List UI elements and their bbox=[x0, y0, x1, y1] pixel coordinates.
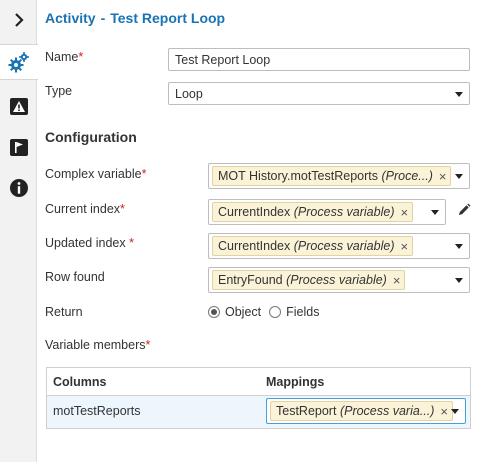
tab-warnings[interactable] bbox=[0, 88, 37, 124]
type-select[interactable]: Loop bbox=[168, 82, 470, 105]
title-prefix: Activity bbox=[45, 10, 96, 26]
return-fields-label[interactable]: Fields bbox=[286, 305, 319, 319]
chevron-down-icon bbox=[455, 92, 463, 97]
column-header-columns: Columns bbox=[53, 375, 107, 389]
row-found-label: Row found bbox=[45, 270, 105, 284]
updated-index-chip: CurrentIndex (Process variable) × bbox=[212, 236, 414, 256]
current-index-select[interactable]: CurrentIndex (Process variable) × bbox=[208, 199, 446, 225]
configuration-heading: Configuration bbox=[45, 129, 137, 145]
side-toolbar bbox=[0, 0, 38, 462]
name-input-value: Test Report Loop bbox=[175, 53, 271, 67]
tab-milestones[interactable] bbox=[0, 129, 37, 165]
complex-variable-select[interactable]: MOT History.motTestReports (Proce...) × bbox=[208, 163, 470, 189]
complex-variable-label: Complex variable* bbox=[45, 167, 147, 181]
chevron-down-icon bbox=[431, 210, 439, 215]
panel-title: Activity - Test Report Loop bbox=[45, 10, 225, 26]
gears-icon bbox=[8, 52, 29, 73]
variable-members-label: Variable members* bbox=[45, 338, 151, 352]
return-fields-radio[interactable] bbox=[269, 306, 282, 318]
table-header: Columns Mappings bbox=[47, 368, 470, 396]
current-index-label: Current index* bbox=[45, 202, 125, 216]
variable-members-table: Columns Mappings motTestReports TestRepo… bbox=[46, 367, 471, 429]
updated-index-label: Updated index * bbox=[45, 236, 134, 250]
type-select-value: Loop bbox=[175, 87, 203, 101]
info-icon bbox=[9, 179, 28, 197]
name-label: Name* bbox=[45, 50, 84, 64]
warning-icon bbox=[9, 98, 28, 115]
chevron-down-icon bbox=[455, 244, 463, 249]
expand-panel-button[interactable] bbox=[0, 2, 37, 38]
type-label: Type bbox=[45, 84, 73, 98]
chevron-down-icon bbox=[455, 174, 463, 179]
row-found-select[interactable]: EntryFound (Process variable) × bbox=[208, 267, 470, 293]
row-found-chip: EntryFound (Process variable) × bbox=[212, 270, 406, 290]
column-cell: motTestReports bbox=[53, 404, 141, 418]
edit-pencil-icon[interactable] bbox=[457, 203, 471, 220]
return-object-label[interactable]: Object bbox=[225, 305, 261, 319]
updated-index-select[interactable]: CurrentIndex (Process variable) × bbox=[208, 233, 470, 259]
chevron-down-icon bbox=[455, 278, 463, 283]
mapping-chip: TestReport (Process varia...) × bbox=[270, 401, 453, 421]
tab-configuration[interactable] bbox=[0, 44, 38, 80]
complex-variable-chip: MOT History.motTestReports (Proce...) × bbox=[212, 166, 452, 186]
return-radio-group: Object Fields bbox=[208, 305, 327, 319]
title-activity-name: Test Report Loop bbox=[110, 10, 226, 26]
remove-chip-icon[interactable]: × bbox=[393, 273, 401, 288]
column-header-mappings: Mappings bbox=[266, 375, 325, 389]
mapping-select[interactable]: TestReport (Process varia...) × bbox=[266, 398, 466, 424]
remove-chip-icon[interactable]: × bbox=[440, 404, 448, 419]
return-object-radio[interactable] bbox=[208, 306, 220, 318]
flag-board-icon bbox=[9, 139, 28, 156]
remove-chip-icon[interactable]: × bbox=[439, 169, 447, 184]
current-index-chip: CurrentIndex (Process variable) × bbox=[212, 202, 414, 222]
remove-chip-icon[interactable]: × bbox=[400, 205, 408, 220]
table-row[interactable]: motTestReports TestReport (Process varia… bbox=[47, 396, 470, 428]
properties-panel: Activity - Test Report Loop Name* Test Rep… bbox=[38, 0, 480, 462]
chevron-down-icon bbox=[451, 409, 459, 414]
remove-chip-icon[interactable]: × bbox=[400, 239, 408, 254]
name-input[interactable]: Test Report Loop bbox=[168, 48, 470, 71]
return-label: Return bbox=[45, 305, 83, 319]
tab-info[interactable] bbox=[0, 170, 37, 206]
chevron-right-icon bbox=[14, 13, 24, 27]
title-separator: - bbox=[100, 10, 106, 26]
